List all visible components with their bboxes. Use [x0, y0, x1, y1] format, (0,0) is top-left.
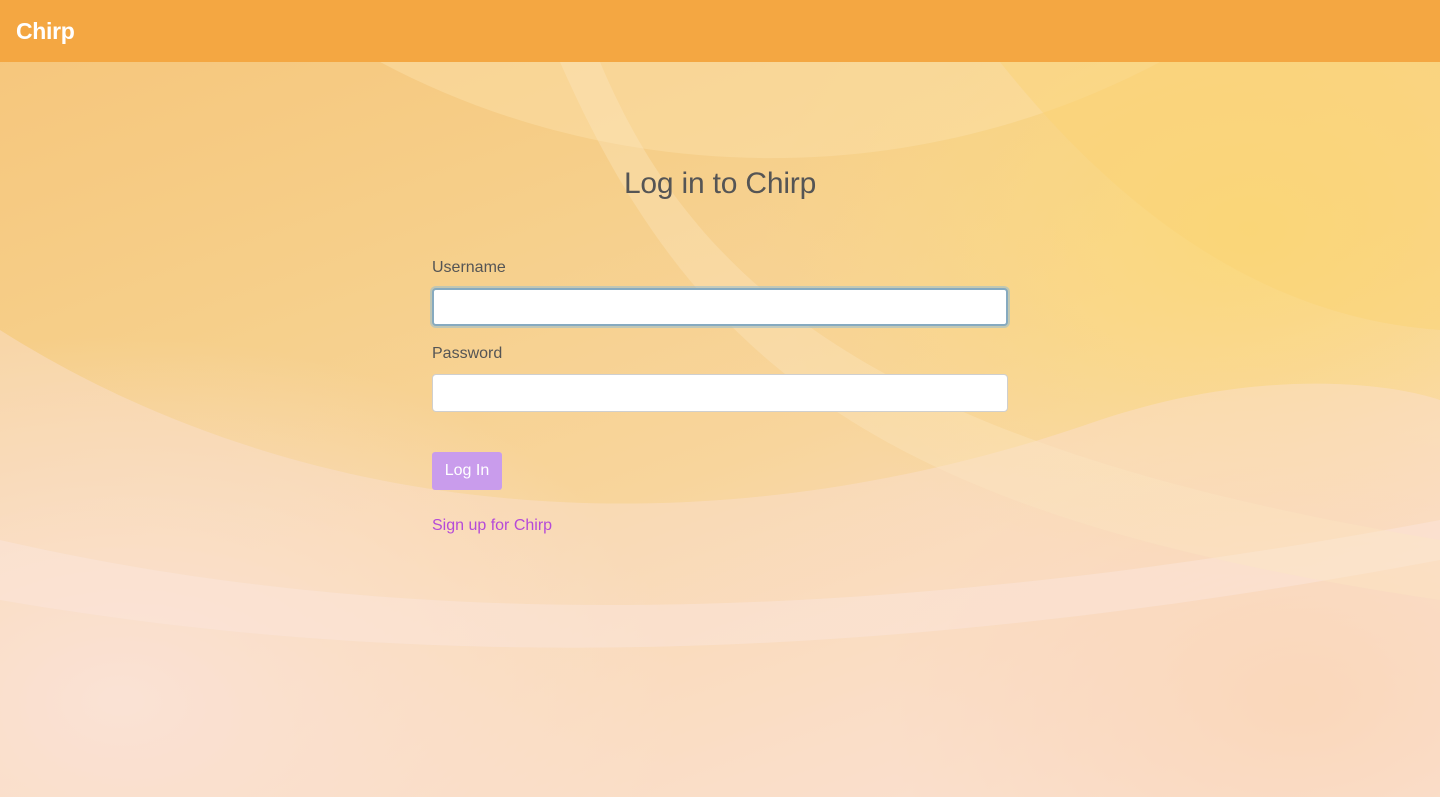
- login-form: Username Password Log In Sign up for Chi…: [432, 258, 1008, 536]
- password-group: Password: [432, 344, 1008, 412]
- signup-link[interactable]: Sign up for Chirp: [432, 516, 552, 536]
- password-label: Password: [432, 345, 503, 362]
- password-input[interactable]: [432, 374, 1008, 412]
- navbar: Chirp: [0, 0, 1440, 62]
- page-title: Log in to Chirp: [623, 167, 817, 200]
- username-input[interactable]: [432, 288, 1008, 326]
- login-button[interactable]: Log In: [432, 452, 502, 490]
- login-page: Log in to Chirp Username Password Log In…: [0, 62, 1440, 797]
- brand-logo[interactable]: Chirp: [16, 16, 75, 46]
- username-label: Username: [432, 259, 506, 276]
- username-group: Username: [432, 258, 1008, 326]
